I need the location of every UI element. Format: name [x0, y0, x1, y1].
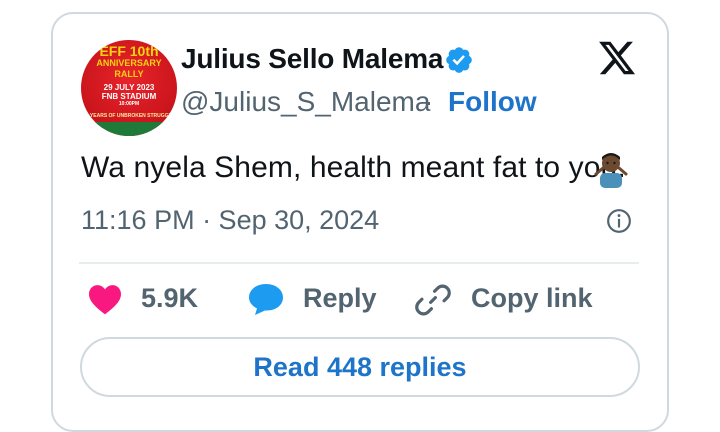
- read-replies-button[interactable]: Read 448 replies: [80, 337, 640, 397]
- heart-icon[interactable]: [87, 283, 123, 315]
- avatar-text-line: 10:00PM: [118, 101, 140, 107]
- x-logo-icon[interactable]: [596, 38, 638, 78]
- avatar-text-line: FNB STADIUM: [101, 92, 157, 101]
- author-display-name[interactable]: Julius Sello Malema: [181, 43, 443, 75]
- person-shrugging-emoji: [594, 153, 628, 188]
- avatar-text-line: 29 JULY 2023: [103, 83, 155, 92]
- avatar-text-line: ANNIVERSARY: [96, 58, 162, 68]
- avatar-text-line: RALLY: [114, 69, 144, 79]
- author-handle[interactable]: @Julius_S_Malema: [181, 86, 430, 118]
- info-icon[interactable]: [606, 208, 632, 234]
- tweet-timestamp[interactable]: 11:16 PM · Sep 30, 2024: [81, 205, 379, 236]
- reply-button[interactable]: Reply: [303, 283, 377, 314]
- avatar-stripe: [81, 122, 177, 136]
- avatar-text-line: 10 YEARS OF UNBROKEN STRUGGLE: [83, 113, 175, 119]
- divider: [79, 262, 639, 264]
- separator-dot: ·: [424, 86, 434, 117]
- tweet-text: Wa nyela Shem, health meant fat to you.: [81, 151, 626, 184]
- read-replies-label: Read 448 replies: [253, 351, 467, 382]
- link-icon[interactable]: [414, 281, 452, 319]
- avatar[interactable]: EFF 10th ANNIVERSARY RALLY 29 JULY 2023 …: [81, 40, 177, 136]
- avatar-text-line: EFF 10th: [99, 43, 159, 59]
- copy-link-button[interactable]: Copy link: [471, 283, 593, 314]
- verified-badge-icon: [446, 47, 472, 73]
- reply-bubble-icon[interactable]: [246, 282, 286, 316]
- like-count[interactable]: 5.9K: [141, 283, 198, 314]
- follow-button[interactable]: Follow: [448, 86, 537, 118]
